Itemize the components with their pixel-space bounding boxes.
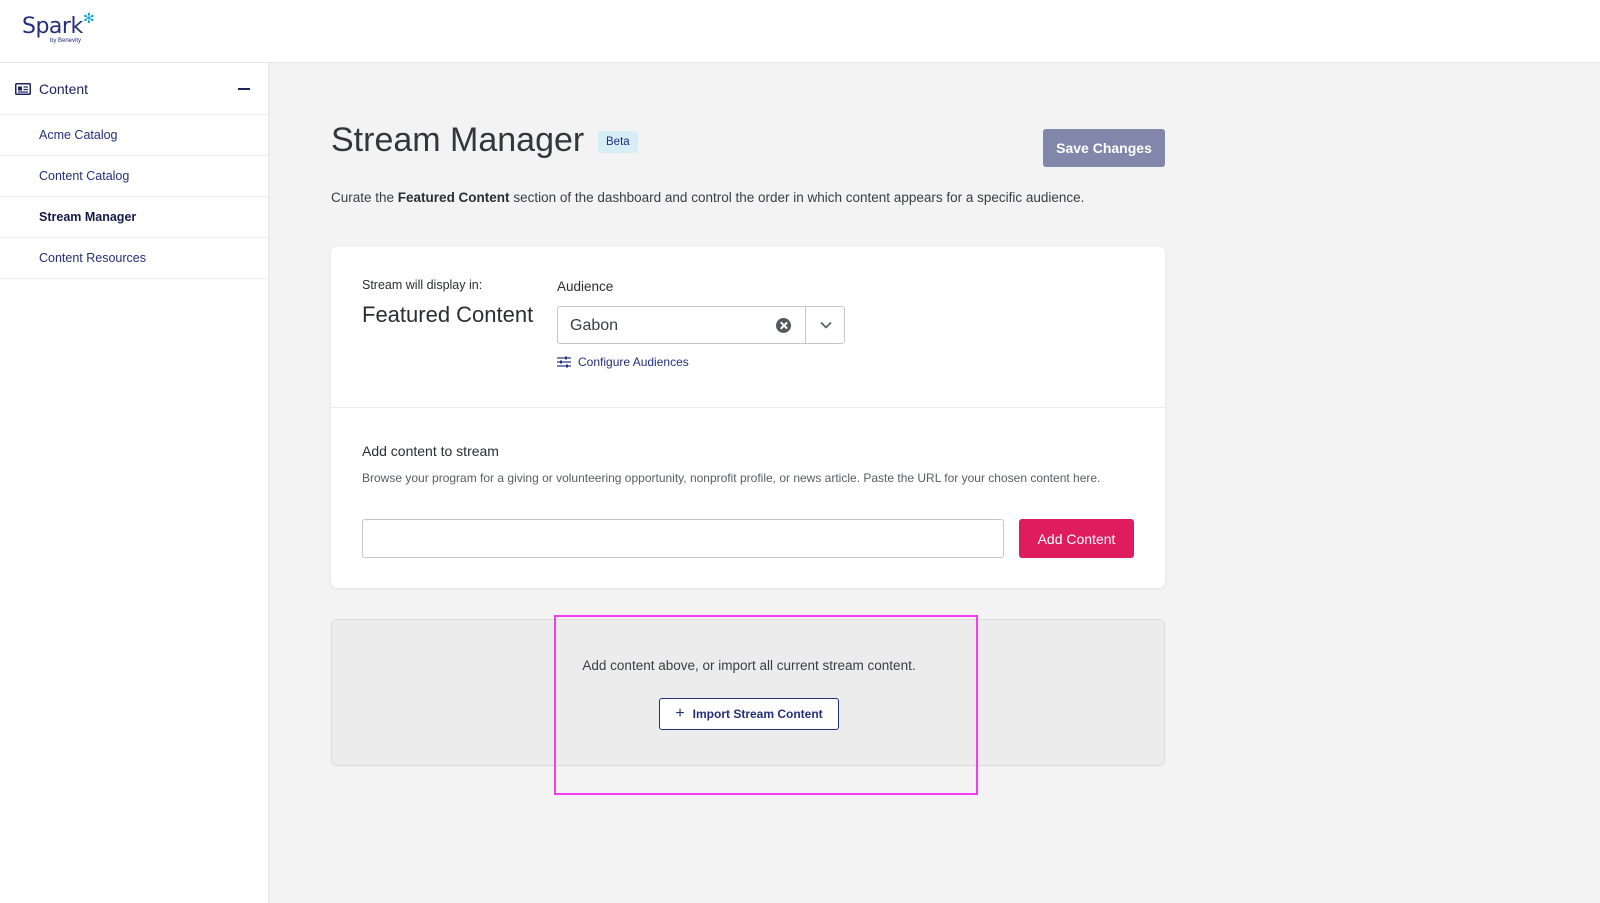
audience-label: Audience — [557, 279, 614, 294]
page-description: Curate the Featured Content section of t… — [331, 190, 1084, 205]
spark-logo[interactable]: Spark ✻ by Benevity — [22, 10, 102, 48]
stream-settings-card: Stream will display in: Featured Content… — [331, 247, 1165, 588]
sidebar-item-acme-catalog[interactable]: Acme Catalog — [0, 115, 268, 156]
audience-selected-value: Gabon — [570, 317, 619, 334]
description-highlight: Featured Content — [397, 190, 510, 205]
sparkle-icon: ✻ — [83, 10, 95, 26]
sidebar-item-content-catalog[interactable]: Content Catalog — [0, 156, 268, 197]
main-content: Stream Manager Beta Save Changes Curate … — [269, 63, 1600, 903]
chevron-down-icon[interactable] — [816, 315, 836, 335]
sidebar-section-label: Content — [39, 80, 89, 97]
logo-subtitle: by Benevity — [50, 38, 82, 44]
sidebar-item-stream-manager[interactable]: Stream Manager — [0, 197, 268, 238]
display-location-value: Featured Content — [362, 302, 534, 327]
plus-icon: + — [675, 705, 685, 722]
add-content-button[interactable]: Add Content — [1019, 519, 1134, 558]
card-divider — [331, 407, 1165, 408]
empty-stream-panel: Add content above, or import all current… — [331, 619, 1165, 766]
sidebar: Content Acme Catalog Content Catalog Str… — [0, 63, 269, 903]
configure-audiences-label: Configure Audiences — [578, 355, 689, 369]
add-content-title: Add content to stream — [362, 443, 499, 459]
beta-badge: Beta — [598, 131, 638, 153]
page-title: Stream Manager — [331, 121, 585, 159]
sidebar-section-content[interactable]: Content — [0, 63, 268, 115]
add-content-help: Browse your program for a giving or volu… — [362, 471, 1101, 485]
sliders-icon — [557, 356, 571, 368]
empty-state-text: Add content above, or import all current… — [582, 658, 916, 673]
audience-select[interactable]: Gabon — [557, 306, 845, 344]
collapse-icon[interactable] — [238, 88, 250, 90]
content-icon — [15, 82, 31, 95]
top-bar: Spark ✻ by Benevity — [0, 0, 1600, 63]
description-prefix: Curate the — [331, 190, 398, 205]
description-suffix: section of the dashboard and control the… — [509, 190, 1085, 205]
display-location-label: Stream will display in: — [362, 278, 483, 292]
save-changes-button[interactable]: Save Changes — [1043, 129, 1165, 167]
clear-icon[interactable] — [776, 318, 791, 333]
import-button-label: Import Stream Content — [692, 707, 823, 721]
logo-wordmark: Spark — [22, 14, 83, 39]
sidebar-item-content-resources[interactable]: Content Resources — [0, 238, 268, 279]
content-url-input[interactable] — [362, 519, 1004, 558]
configure-audiences-link[interactable]: Configure Audiences — [557, 355, 689, 369]
import-stream-content-button[interactable]: + Import Stream Content — [659, 698, 839, 730]
select-divider — [805, 307, 806, 343]
